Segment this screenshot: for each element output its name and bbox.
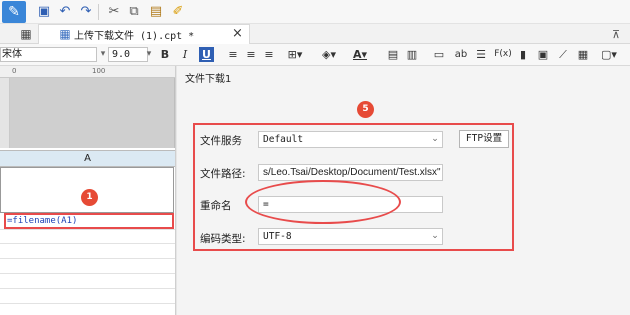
- tab-label: 上传下载文件 (1).cpt *: [74, 31, 195, 42]
- panel-title: 文件下载1: [185, 74, 232, 85]
- unmerge-cells-icon[interactable]: ▥: [405, 47, 419, 62]
- chart-icon[interactable]: ▮: [516, 47, 530, 62]
- align-left-icon[interactable]: ≡: [226, 47, 240, 62]
- grid-line: [0, 273, 175, 274]
- format-button[interactable]: ab: [453, 47, 469, 62]
- border-grid-icon[interactable]: ▦: [576, 47, 590, 62]
- slash-icon[interactable]: ⟋: [556, 47, 570, 62]
- ftp-settings-button[interactable]: FTP设置: [459, 130, 509, 148]
- grid-icon[interactable]: ▦: [18, 26, 34, 42]
- step-badge: 1: [81, 189, 98, 206]
- ruler-mark: 100: [92, 67, 106, 75]
- italic-button[interactable]: I: [178, 47, 192, 62]
- header-area: [0, 78, 175, 148]
- rename-label: 重命名: [200, 200, 232, 212]
- font-select[interactable]: 宋体: [0, 47, 97, 62]
- encoding-label: 编码类型:: [200, 233, 246, 245]
- align-right-icon[interactable]: ≡: [262, 47, 276, 62]
- ruler-mark: 0: [12, 67, 17, 75]
- undo-icon[interactable]: ↶: [57, 4, 73, 20]
- insert-row-icon[interactable]: ▭: [432, 47, 446, 62]
- report-icon[interactable]: ✎: [2, 1, 26, 23]
- text-icon[interactable]: ☰: [474, 47, 488, 62]
- formula-button[interactable]: F(x): [494, 47, 512, 62]
- save-icon[interactable]: ▣: [36, 4, 52, 20]
- align-center-icon[interactable]: ≡: [244, 47, 258, 62]
- quick-access-toolbar: [0, 0, 630, 24]
- encoding-value: UTF-8: [263, 231, 292, 242]
- copy-icon[interactable]: ⧉: [126, 4, 142, 20]
- frame-icon[interactable]: ▢▾: [598, 47, 620, 62]
- file-path-label: 文件路径:: [200, 168, 246, 180]
- redo-icon[interactable]: ↷: [78, 4, 94, 20]
- fill-color-icon[interactable]: ◈▾: [318, 47, 340, 62]
- border-icon[interactable]: ⊞▾: [284, 47, 306, 62]
- chevron-down-icon[interactable]: ⌄: [428, 229, 442, 244]
- underline-button[interactable]: U: [199, 47, 214, 62]
- grid-line: [0, 258, 175, 259]
- grid-line: [0, 288, 175, 289]
- highlight-ellipse: [245, 180, 401, 224]
- file-path-input[interactable]: s/Leo.Tsai/Desktop/Document/Test.xlsx": [258, 164, 443, 181]
- pin-icon[interactable]: ⊼: [608, 27, 624, 43]
- vertical-ruler: [0, 78, 10, 148]
- chevron-down-icon[interactable]: ⌄: [428, 132, 442, 147]
- font-color-icon[interactable]: A▾: [349, 47, 371, 62]
- file-service-value: Default: [263, 134, 304, 145]
- toolbar-separator: [98, 4, 99, 20]
- selected-cell-a2[interactable]: =filename(A1): [4, 213, 174, 229]
- format-painter-icon[interactable]: ✐: [170, 4, 186, 20]
- grid-line: [0, 303, 175, 304]
- font-value: 宋体: [2, 49, 22, 60]
- cut-icon[interactable]: ✂: [106, 4, 122, 20]
- encoding-select[interactable]: UTF-8: [258, 228, 443, 245]
- horizontal-ruler: 0 100: [0, 66, 175, 78]
- grid-line: [0, 229, 175, 230]
- grid-line: [0, 243, 175, 244]
- file-service-select[interactable]: Default: [258, 131, 443, 148]
- file-service-label: 文件服务: [200, 135, 242, 147]
- column-header-a[interactable]: A: [0, 150, 175, 167]
- paste-icon[interactable]: ▤: [148, 4, 164, 20]
- close-icon[interactable]: ×: [232, 26, 243, 41]
- image-icon[interactable]: ▣: [536, 47, 550, 62]
- chevron-down-icon[interactable]: ▾: [142, 47, 156, 62]
- step-badge: 5: [357, 101, 374, 118]
- merge-cells-icon[interactable]: ▤: [386, 47, 400, 62]
- cpt-file-icon: ▦: [59, 27, 71, 41]
- bold-button[interactable]: B: [158, 47, 172, 62]
- font-size-value: 9.0: [112, 49, 131, 60]
